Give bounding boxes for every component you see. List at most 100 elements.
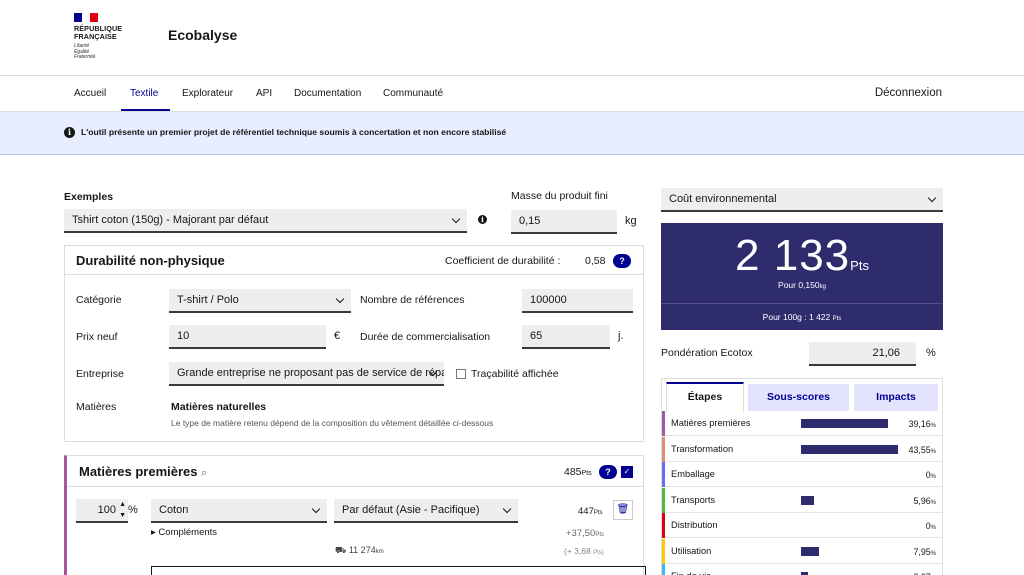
raw-materials-title: Matières premières ⌕ [79, 464, 208, 479]
step-name: Distribution [671, 520, 718, 530]
site-title[interactable]: Ecobalyse [168, 27, 237, 43]
step-row[interactable]: Matières premières 39,16% [662, 411, 942, 436]
step-row[interactable]: Transports 5,96% [662, 487, 942, 513]
material-points: 447Pts [578, 506, 603, 517]
nav-item-accueil[interactable]: Accueil [74, 88, 106, 99]
material-select[interactable]: Coton [151, 499, 327, 523]
step-color-indicator [662, 564, 665, 575]
impact-select[interactable]: Coût environnemental [661, 188, 943, 212]
step-bar [801, 495, 815, 505]
help-icon[interactable]: ? [599, 465, 617, 479]
nav-item-communaute[interactable]: Communauté [383, 88, 443, 99]
search-icon[interactable]: ⌕ [201, 467, 207, 479]
raw-materials-panel: Matières premières ⌕ 485Pts ? ✓ 100 ▲ ▼ %… [64, 455, 646, 575]
step-color-indicator [662, 513, 665, 538]
mass-unit: kg [625, 215, 637, 227]
stepper-arrows-icon[interactable]: ▲ ▼ [119, 499, 126, 521]
duration-input[interactable]: 65 [522, 325, 610, 349]
step-name: Fin de vie [671, 571, 711, 575]
chevron-down-icon [502, 504, 512, 514]
step-percentage: 5,96% [913, 495, 936, 506]
step-row[interactable]: Transformation 43,55% [662, 436, 942, 462]
step-bar [801, 546, 819, 556]
step-row[interactable]: Emballage 0% [662, 462, 942, 487]
origin-select[interactable]: Par défaut (Asie - Pacifique) [334, 499, 518, 523]
header: RÉPUBLIQUE FRANÇAISE Liberté Égalité Fra… [0, 0, 1024, 76]
step-percentage: 0% [925, 521, 936, 531]
step-name: Transports [671, 494, 716, 505]
ecotox-input[interactable]: 21,06 [809, 342, 916, 366]
company-label: Entreprise [76, 368, 124, 380]
traceability-label[interactable]: Traçabilité affichée [471, 368, 559, 380]
step-color-indicator [662, 487, 665, 513]
collapse-checkbox[interactable]: ✓ [621, 466, 633, 478]
tab-sous-scores[interactable]: Sous-scores [748, 384, 849, 411]
traceability-checkbox[interactable] [456, 369, 466, 379]
complements-toggle[interactable]: ▸ Compléments [151, 527, 217, 538]
refs-input[interactable]: 100000 [522, 289, 633, 313]
materials-label: Matières [76, 401, 117, 413]
price-label: Prix neuf [76, 331, 118, 343]
logo-motto: Liberté Égalité Fraternité [74, 43, 96, 60]
republique-francaise-logo[interactable]: RÉPUBLIQUE FRANÇAISE Liberté Égalité Fra… [74, 13, 144, 61]
materials-desc: Le type de matière retenu dépend de la c… [171, 418, 494, 428]
step-row[interactable]: Utilisation 7,95% [662, 538, 942, 564]
ecotox-unit: % [926, 347, 936, 359]
durability-panel: Durabilité non-physique Coefficient de d… [64, 245, 644, 442]
score-divider [661, 303, 943, 304]
step-row[interactable]: Distribution 0% [662, 513, 942, 538]
add-material-button[interactable] [151, 566, 646, 575]
score-per-mass: Pour 0,150kg [778, 280, 826, 290]
notice-banner: i L'outil présente un premier projet de … [0, 112, 1024, 155]
nav-active-indicator [121, 109, 170, 111]
nav-item-textile[interactable]: Textile [130, 88, 158, 99]
raw-materials-header: Matières premières ⌕ 485Pts ? ✓ [67, 456, 643, 487]
help-icon[interactable]: ? [613, 254, 631, 268]
step-name: Emballage [671, 469, 715, 479]
mass-label: Masse du produit fini [511, 190, 608, 202]
logout-link[interactable]: Déconnexion [875, 87, 942, 99]
french-flag-icon [74, 13, 98, 22]
step-color-indicator [662, 462, 665, 487]
step-color-indicator [662, 411, 665, 436]
step-name: Transformation [671, 443, 734, 454]
tab-impacts[interactable]: Impacts [854, 384, 938, 411]
durability-coef-value: 0,58 [585, 255, 606, 267]
durability-coef-label: Coefficient de durabilité : [445, 255, 561, 267]
step-name: Utilisation [671, 545, 712, 556]
company-select[interactable]: Grande entreprise ne proposant pas de se… [169, 362, 444, 386]
refs-label: Nombre de références [360, 294, 465, 306]
share-stepper[interactable]: 100 ▲ ▼ [76, 499, 128, 523]
notice-text: L'outil présente un premier projet de ré… [81, 127, 507, 137]
complements-points: +37,50Pts [566, 528, 604, 539]
step-row[interactable]: Fin de vie3,37% [662, 564, 942, 575]
durability-header: Durabilité non-physique Coefficient de d… [65, 246, 643, 275]
price-unit: € [334, 330, 341, 342]
nav-item-explorateur[interactable]: Explorateur [182, 88, 233, 99]
main-nav: Accueil Textile Explorateur API Document… [0, 76, 1024, 112]
duration-label: Durée de commercialisation [360, 331, 491, 343]
step-bar [801, 419, 889, 428]
category-select[interactable]: T-shirt / Polo [169, 289, 351, 313]
delete-icon[interactable]: 🗑 [613, 500, 633, 520]
step-percentage: 39,16% [908, 419, 936, 429]
nav-item-documentation[interactable]: Documentation [294, 88, 361, 99]
chevron-down-icon [311, 504, 321, 514]
info-icon[interactable]: i [478, 215, 487, 224]
step-name: Matières premières [671, 418, 751, 428]
category-label: Catégorie [76, 294, 122, 306]
chevron-down-icon [335, 294, 345, 304]
info-icon: i [64, 127, 75, 138]
nav-item-api[interactable]: API [256, 88, 272, 99]
score-card: 2 133Pts Pour 0,150kg Pour 100g : 1 422 … [661, 223, 943, 330]
score-per-100g: Pour 100g : 1 422 Pts [762, 312, 842, 322]
step-percentage: 7,95% [913, 546, 936, 557]
truck-icon: ⛟ [335, 545, 347, 555]
tab-etapes[interactable]: Étapes [666, 382, 744, 412]
step-color-indicator [662, 436, 665, 462]
examples-select[interactable]: Tshirt coton (150g) - Majorant par défau… [64, 209, 467, 233]
steps-panel: Étapes Sous-scores Impacts Matières prem… [661, 378, 943, 575]
transport-distance: ⛟ 11 274km [335, 545, 384, 555]
price-input[interactable]: 10 [169, 325, 326, 349]
mass-input[interactable]: 0,15 [511, 210, 617, 234]
